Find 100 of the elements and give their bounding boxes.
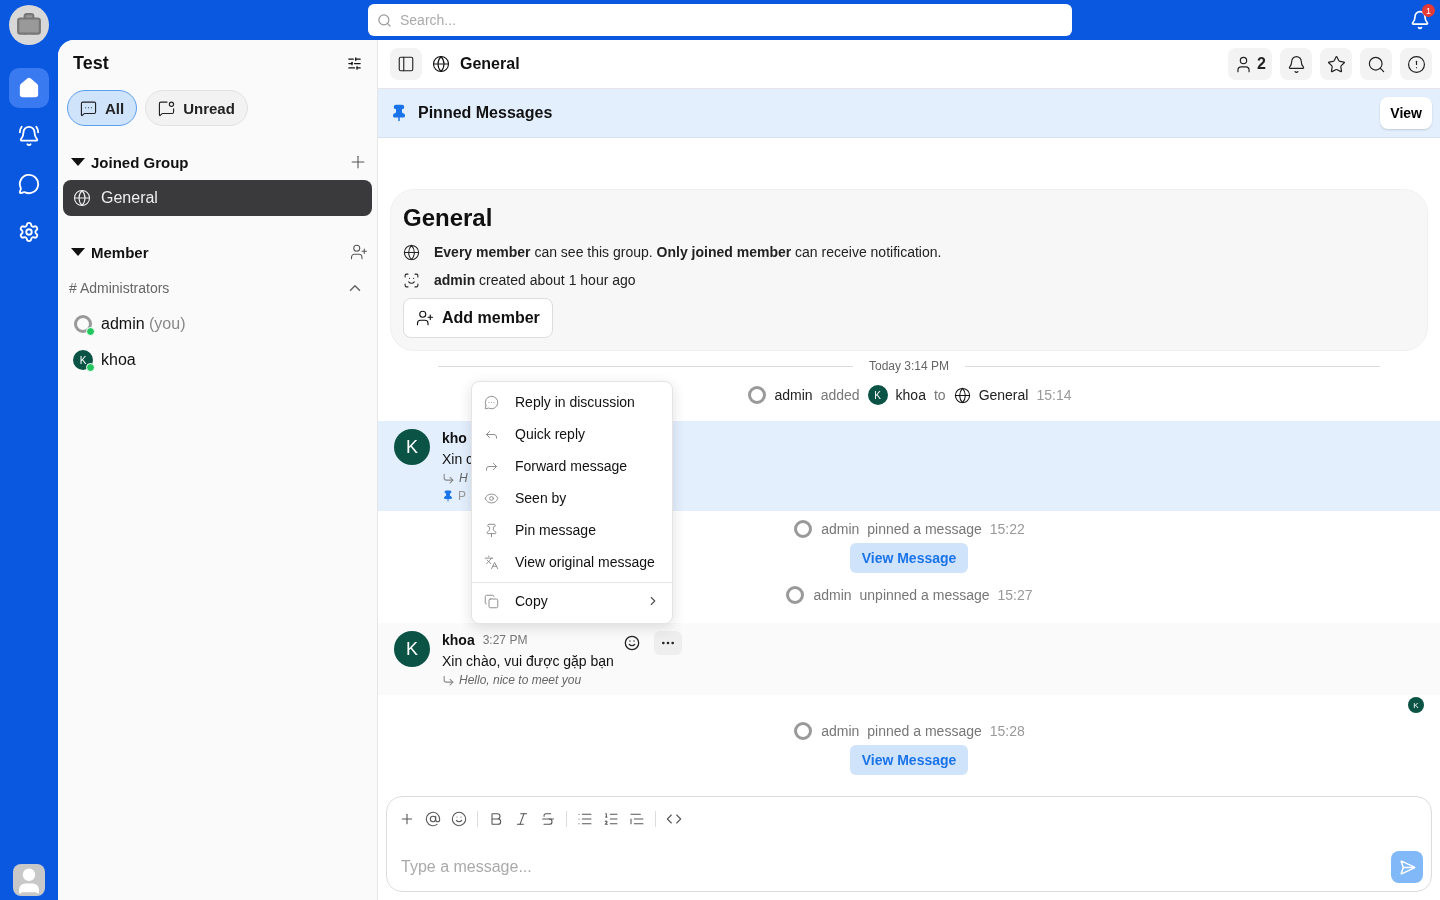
bullet-list-icon[interactable] bbox=[577, 811, 593, 827]
actor-name: admin bbox=[813, 587, 852, 603]
event-text: pinned a message bbox=[867, 723, 982, 739]
emoji-icon[interactable] bbox=[451, 811, 467, 827]
avatar: K bbox=[394, 631, 430, 667]
avatar: K bbox=[73, 350, 93, 370]
event-time: 15:22 bbox=[989, 521, 1025, 537]
event-time: 15:14 bbox=[1036, 387, 1072, 403]
copy-icon bbox=[484, 593, 499, 609]
globe-icon bbox=[403, 243, 420, 261]
add-user-icon bbox=[416, 309, 434, 327]
event-text: unpinned a message bbox=[859, 587, 990, 603]
member-name: khoa bbox=[895, 387, 926, 403]
menu-item[interactable]: Copy bbox=[472, 582, 672, 619]
event-text: pinned a message bbox=[867, 521, 982, 537]
channel-item[interactable]: General bbox=[63, 180, 372, 216]
info-icon bbox=[1406, 54, 1426, 74]
member-name[interactable]: admin (you) bbox=[101, 315, 186, 333]
globe-icon bbox=[73, 189, 91, 207]
sidebar-icon bbox=[397, 55, 415, 73]
translation-text: Hello, nice to meet you bbox=[459, 673, 582, 687]
emoji-icon bbox=[624, 635, 640, 651]
event-time: 15:28 bbox=[989, 723, 1025, 739]
eye-icon bbox=[484, 490, 499, 506]
app-logo[interactable] bbox=[9, 5, 49, 45]
avatar: K bbox=[867, 385, 888, 405]
code-icon[interactable] bbox=[666, 811, 682, 827]
add-user-icon[interactable] bbox=[350, 243, 368, 261]
more-button[interactable] bbox=[654, 631, 682, 655]
avatar-icon bbox=[746, 385, 767, 405]
actor-name: admin bbox=[821, 723, 860, 739]
search-button[interactable] bbox=[1360, 48, 1392, 80]
bell-icon bbox=[1286, 54, 1306, 74]
created-text: admin created about 1 hour ago bbox=[434, 272, 636, 288]
chat-icon bbox=[18, 173, 40, 195]
date-divider: Today 3:14 PM bbox=[869, 359, 950, 373]
caret-icon[interactable] bbox=[71, 247, 85, 257]
nav-button[interactable] bbox=[9, 68, 49, 108]
menu-item[interactable]: Reply in discussion bbox=[472, 386, 672, 418]
bell-icon bbox=[18, 125, 40, 147]
channel-title: General bbox=[460, 55, 520, 73]
group-title: # Administrators bbox=[69, 280, 170, 296]
chat-icon bbox=[80, 99, 97, 117]
author-name: kho bbox=[442, 430, 467, 446]
bold-icon[interactable] bbox=[488, 811, 504, 827]
bell-button[interactable] bbox=[1280, 48, 1312, 80]
pin-label: P bbox=[458, 489, 466, 503]
view-button[interactable]: View bbox=[1380, 97, 1432, 129]
channel-name: General bbox=[978, 387, 1029, 403]
author-name: khoa bbox=[442, 632, 475, 648]
star-button[interactable] bbox=[1320, 48, 1352, 80]
bell-icon[interactable] bbox=[1410, 10, 1430, 30]
visibility-text: Every member can see this group. Only joined member can receive notification. bbox=[434, 244, 942, 260]
at-icon[interactable] bbox=[425, 811, 441, 827]
pin-icon bbox=[390, 104, 408, 122]
info-button[interactable] bbox=[1400, 48, 1432, 80]
menu-item[interactable]: Quick reply bbox=[472, 418, 672, 450]
workspace-title: Test bbox=[73, 52, 109, 74]
search-field[interactable]: Search... bbox=[368, 4, 1072, 36]
menu-item[interactable]: View original message bbox=[472, 546, 672, 578]
user-frame-icon bbox=[403, 271, 420, 289]
add-member-button[interactable]: Add member bbox=[403, 298, 553, 338]
filter-icon[interactable] bbox=[347, 55, 362, 71]
message-text: Xin chào, vui được gặp bạn bbox=[442, 653, 614, 669]
send-icon bbox=[1398, 858, 1416, 876]
plus-icon[interactable] bbox=[399, 811, 415, 827]
strikethrough-icon[interactable] bbox=[540, 811, 556, 827]
caret-icon[interactable] bbox=[71, 157, 85, 167]
filter-chip[interactable]: All bbox=[67, 90, 138, 126]
notification-badge: 1 bbox=[1422, 4, 1435, 17]
message-input[interactable]: Type a message... bbox=[399, 857, 1391, 877]
star-icon bbox=[1326, 54, 1346, 74]
group-title: General bbox=[403, 204, 494, 232]
briefcase-icon bbox=[16, 12, 42, 38]
user-avatar[interactable] bbox=[13, 864, 45, 896]
avatar-icon bbox=[785, 585, 806, 605]
sidebar-toggle-button[interactable] bbox=[390, 48, 422, 80]
read-receipt-avatar: K bbox=[1408, 697, 1424, 713]
globe-icon bbox=[953, 386, 971, 404]
members-button[interactable]: 2 bbox=[1228, 48, 1272, 80]
globe-icon bbox=[432, 55, 450, 73]
avatar-icon bbox=[73, 314, 93, 334]
event-time: 15:27 bbox=[997, 587, 1033, 603]
quote-icon[interactable] bbox=[629, 811, 645, 827]
settings-icon bbox=[18, 221, 40, 243]
avatar-icon bbox=[793, 519, 814, 539]
translate-icon bbox=[484, 554, 499, 570]
menu-item[interactable]: Pin message bbox=[472, 514, 672, 546]
italic-icon[interactable] bbox=[514, 811, 530, 827]
pinned-title: Pinned Messages bbox=[418, 104, 554, 122]
event-text: added bbox=[820, 387, 860, 403]
numbered-list-icon[interactable] bbox=[603, 811, 619, 827]
filter-chip[interactable]: Unread bbox=[145, 90, 248, 126]
translation-arrow-icon bbox=[442, 673, 455, 687]
avatar: K bbox=[394, 429, 430, 465]
pin-icon bbox=[484, 522, 499, 538]
avatar-icon bbox=[793, 721, 814, 741]
member-name[interactable]: khoa bbox=[101, 351, 136, 369]
menu-item[interactable]: Seen by bbox=[472, 482, 672, 514]
menu-item[interactable]: Forward message bbox=[472, 450, 672, 482]
